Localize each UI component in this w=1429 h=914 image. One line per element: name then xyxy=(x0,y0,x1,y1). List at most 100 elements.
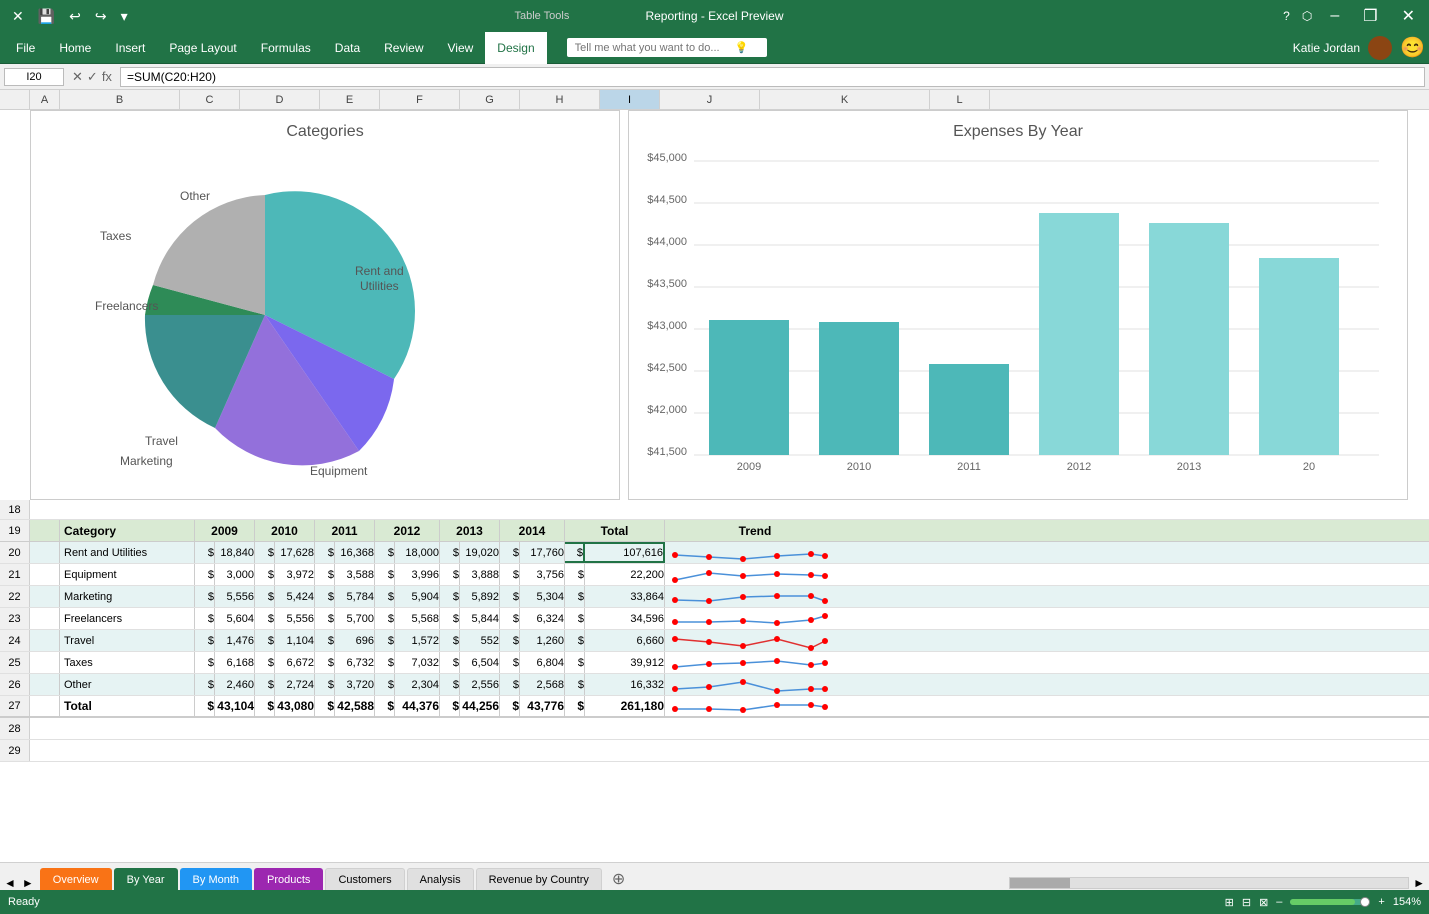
bar-chart-title: Expenses By Year xyxy=(629,111,1407,141)
column-headers: A B C D E F G H I J K L xyxy=(0,90,1429,110)
rownum-19: 19 xyxy=(0,520,30,541)
col-header-h[interactable]: H xyxy=(520,90,600,109)
formula-input[interactable] xyxy=(120,67,1425,87)
table-row-20[interactable]: 20 Rent and Utilities $ 18,840 $ 17,628 … xyxy=(0,542,1429,564)
view-layout-icon[interactable]: ⊟ xyxy=(1242,896,1251,909)
tab-overview[interactable]: Overview xyxy=(40,868,112,890)
col-header-i[interactable]: I xyxy=(600,90,660,109)
ribbon: File Home Insert Page Layout Formulas Da… xyxy=(0,32,1429,64)
minimize-button[interactable]: – xyxy=(1324,7,1345,25)
close-button[interactable]: ✕ xyxy=(1396,6,1421,26)
th-2011: 2011 xyxy=(315,520,375,541)
bar-2012 xyxy=(1039,213,1119,455)
restore-button[interactable]: ❐ xyxy=(1357,6,1383,26)
table-row-23[interactable]: 23 Freelancers $ 5,604 $ 5,556 $ 5,700 $… xyxy=(0,608,1429,630)
formula-cancel-icon[interactable]: ✕ xyxy=(72,69,83,85)
pie-chart-title: Categories xyxy=(31,111,619,141)
tab-revenue-by-country[interactable]: Revenue by Country xyxy=(476,868,602,890)
trend-20 xyxy=(665,542,845,563)
col-header-f[interactable]: F xyxy=(380,90,460,109)
th-category: Category xyxy=(60,520,195,541)
th-2010: 2010 xyxy=(255,520,315,541)
titlebar-right: ? ⬡ – ❐ ✕ xyxy=(1283,6,1421,26)
table-row-21[interactable]: 21 Equipment $ 3,000 $ 3,972 $ 3,588 $ 3… xyxy=(0,564,1429,586)
formula-bar: ✕ ✓ fx xyxy=(0,64,1429,90)
view-page-break-icon[interactable]: ⊠ xyxy=(1259,896,1268,909)
label-travel: Travel xyxy=(145,434,178,448)
formula-confirm-icon[interactable]: ✓ xyxy=(87,69,98,85)
tab-products[interactable]: Products xyxy=(254,868,323,890)
scroll-left-icon[interactable]: ◄ xyxy=(4,876,16,890)
tab-file[interactable]: File xyxy=(4,32,47,64)
col-header-c[interactable]: C xyxy=(180,90,240,109)
scroll-right-icon[interactable]: ► xyxy=(22,876,34,890)
trend-total xyxy=(665,696,845,716)
add-sheet-button[interactable]: ⊕ xyxy=(604,868,633,890)
quick-access-toolbar: ✕ 💾 ↩ ↪ ▾ xyxy=(8,6,132,27)
scrollbar-thumb[interactable] xyxy=(1010,878,1070,888)
x-label-2013: 2013 xyxy=(1177,461,1201,473)
label-freelancers: Freelancers xyxy=(95,299,158,313)
tab-review[interactable]: Review xyxy=(372,32,435,64)
col-header-l[interactable]: L xyxy=(930,90,990,109)
empty-row-18: 18 xyxy=(0,500,1429,520)
y-label-5: $43,500 xyxy=(647,278,687,290)
col-header-b[interactable]: B xyxy=(60,90,180,109)
bar-2009 xyxy=(709,320,789,455)
tab-by-year[interactable]: By Year xyxy=(114,868,178,890)
x-label-2014: 20 xyxy=(1303,461,1315,473)
emoji-face: 😊 xyxy=(1400,35,1425,60)
undo-icon[interactable]: ↩ xyxy=(65,6,85,27)
tab-customers[interactable]: Customers xyxy=(325,868,404,890)
search-box[interactable]: 💡 xyxy=(567,38,767,57)
col-header-k[interactable]: K xyxy=(760,90,930,109)
col-header-g[interactable]: G xyxy=(460,90,520,109)
label-rent: Rent and xyxy=(355,264,404,278)
view-normal-icon[interactable]: ⊞ xyxy=(1225,896,1234,909)
tab-insert[interactable]: Insert xyxy=(103,32,157,64)
zoom-out-icon[interactable]: – xyxy=(1276,896,1282,908)
tab-design[interactable]: Design xyxy=(485,32,546,64)
table-row-24[interactable]: 24 Travel $ 1,476 $ 1,104 $ 696 $ 1,572 … xyxy=(0,630,1429,652)
tab-formulas[interactable]: Formulas xyxy=(249,32,323,64)
share-icon[interactable]: ⬡ xyxy=(1302,9,1312,23)
table-row-26[interactable]: 26 Other $ 2,460 $ 2,724 $ 3,720 $ 2,304… xyxy=(0,674,1429,696)
search-input[interactable] xyxy=(575,42,735,54)
bar-chart-container: Expenses By Year $41,500 $42,000 $42,500… xyxy=(628,110,1408,500)
tab-view[interactable]: View xyxy=(436,32,486,64)
formula-function-icon[interactable]: fx xyxy=(102,69,112,84)
selected-cell-i20[interactable]: 107,616 xyxy=(585,542,665,563)
tab-scrollbar-area: ► xyxy=(1009,876,1425,890)
cell-reference-box[interactable] xyxy=(4,68,64,86)
tab-page-layout[interactable]: Page Layout xyxy=(157,32,248,64)
scroll-right-arrow[interactable]: ► xyxy=(1413,876,1425,890)
tab-data[interactable]: Data xyxy=(323,32,372,64)
trend-25 xyxy=(665,652,845,673)
bar-2014 xyxy=(1259,258,1339,455)
tab-analysis[interactable]: Analysis xyxy=(407,868,474,890)
y-label-8: $45,000 xyxy=(647,152,687,164)
col-header-a[interactable]: A xyxy=(30,90,60,109)
table-row-27-total[interactable]: 27 Total $ 43,104 $ 43,080 $ 42,588 $ 44… xyxy=(0,696,1429,718)
corner-header xyxy=(0,90,30,109)
col-header-d[interactable]: D xyxy=(240,90,320,109)
table-row-22[interactable]: 22 Marketing $ 5,556 $ 5,424 $ 5,784 $ 5… xyxy=(0,586,1429,608)
col-header-j[interactable]: J xyxy=(660,90,760,109)
zoom-slider[interactable] xyxy=(1290,899,1370,905)
col-header-e[interactable]: E xyxy=(320,90,380,109)
y-label-7: $44,500 xyxy=(647,194,687,206)
trend-22 xyxy=(665,586,845,607)
title-bar: ✕ 💾 ↩ ↪ ▾ Table Tools Reporting - Excel … xyxy=(0,0,1429,32)
horizontal-scrollbar[interactable] xyxy=(1009,877,1409,889)
label-utilities: Utilities xyxy=(360,279,399,293)
th-2014: 2014 xyxy=(500,520,565,541)
trend-23 xyxy=(665,608,845,629)
save-icon[interactable]: 💾 xyxy=(34,6,59,27)
tab-home[interactable]: Home xyxy=(47,32,103,64)
table-row-25[interactable]: 25 Taxes $ 6,168 $ 6,672 $ 6,732 $ 7,032… xyxy=(0,652,1429,674)
tab-by-month[interactable]: By Month xyxy=(180,868,252,890)
redo-icon[interactable]: ↪ xyxy=(91,6,111,27)
zoom-in-icon[interactable]: + xyxy=(1378,896,1384,908)
help-icon[interactable]: ? xyxy=(1283,9,1290,23)
customize-icon[interactable]: ▾ xyxy=(117,6,132,27)
